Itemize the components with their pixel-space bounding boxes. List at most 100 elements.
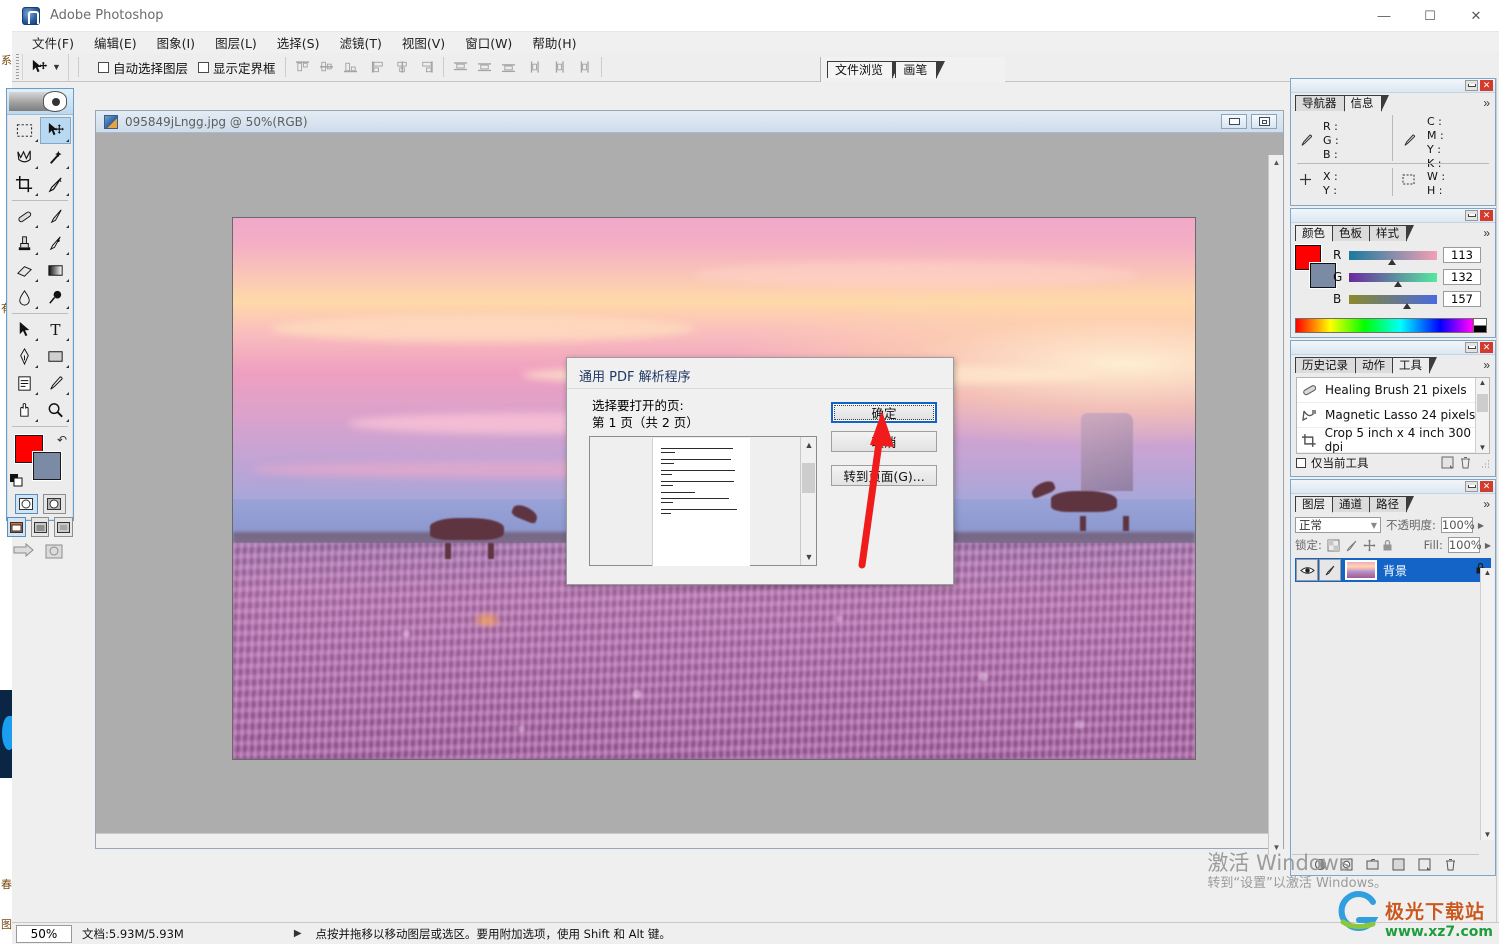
preview-scroll-up-icon[interactable]: ▲ — [801, 437, 817, 453]
layer-visibility-toggle[interactable] — [1296, 559, 1318, 581]
menu-window[interactable]: 窗口(W) — [455, 31, 522, 54]
minimize-palette-icon[interactable] — [1465, 210, 1478, 221]
path-selection-tool[interactable] — [9, 316, 40, 343]
new-adjustment-layer-icon[interactable] — [1392, 858, 1405, 871]
dialog-cancel-button[interactable]: 取消 — [831, 431, 937, 452]
scroll-up-arrow-icon[interactable]: ▲ — [1476, 378, 1489, 387]
scroll-thumb[interactable] — [1477, 394, 1488, 412]
channel-b-thumb[interactable] — [1403, 302, 1411, 309]
layers-palette-titlebar[interactable]: ✕ — [1291, 480, 1495, 494]
standard-mask-mode-button[interactable] — [14, 494, 38, 514]
tab-file-browser[interactable]: 文件浏览 — [827, 61, 902, 79]
close-button[interactable]: ✕ — [1453, 0, 1499, 32]
scroll-up-arrow-icon[interactable]: ▲ — [1481, 568, 1494, 577]
list-item[interactable]: Crop 5 inch x 4 inch 300 dpi — [1297, 426, 1489, 453]
distribute-bottom-icon[interactable] — [501, 60, 516, 74]
tab-color[interactable]: 颜色 — [1295, 225, 1340, 242]
opacity-value[interactable]: 100% — [1440, 517, 1475, 533]
list-item[interactable]: Healing Brush 21 pixels — [1297, 378, 1489, 403]
blur-tool[interactable] — [9, 284, 40, 311]
current-tool-only-checkbox[interactable] — [1296, 457, 1306, 468]
minimize-document-button[interactable] — [1221, 114, 1247, 129]
layer-style-icon[interactable] — [1314, 858, 1327, 871]
menu-select[interactable]: 选择(S) — [267, 31, 330, 54]
resize-grip-icon[interactable] — [1480, 458, 1490, 468]
align-right-edges-icon[interactable] — [419, 60, 434, 74]
tab-info[interactable]: 信息 — [1343, 95, 1389, 112]
distribute-top-icon[interactable] — [453, 60, 468, 74]
slice-tool[interactable] — [40, 171, 71, 198]
canvas-horizontal-scrollbar[interactable] — [96, 833, 1268, 848]
menu-help[interactable]: 帮助(H) — [522, 31, 586, 54]
close-palette-icon[interactable]: ✕ — [1480, 80, 1493, 91]
layer-thumbnail[interactable] — [1345, 560, 1377, 580]
minimize-palette-icon[interactable] — [1465, 80, 1478, 91]
channel-b-value[interactable]: 157 — [1443, 291, 1481, 307]
tool-preset-list[interactable]: Healing Brush 21 pixels Magnetic Lasso 2… — [1296, 377, 1490, 454]
canvas-vertical-scrollbar[interactable]: ▲ ▼ — [1268, 155, 1283, 855]
magic-wand-tool[interactable] — [40, 144, 71, 171]
fill-value[interactable]: 100% — [1447, 537, 1482, 553]
opacity-stepper-icon[interactable]: ▶ — [1478, 521, 1484, 530]
close-palette-icon[interactable]: ✕ — [1480, 342, 1493, 353]
swap-colors-icon[interactable]: ↶ — [57, 433, 67, 447]
new-group-icon[interactable] — [1366, 858, 1379, 871]
menu-edit[interactable]: 编辑(E) — [84, 31, 147, 54]
tab-channels[interactable]: 通道 — [1332, 496, 1377, 513]
notes-tool[interactable] — [9, 370, 40, 397]
menu-filter[interactable]: 滤镜(T) — [329, 31, 391, 54]
close-palette-icon[interactable]: ✕ — [1480, 481, 1493, 492]
pen-tool[interactable] — [9, 343, 40, 370]
palette-menu-icon[interactable]: » — [1483, 497, 1490, 511]
default-colors-icon[interactable] — [10, 474, 23, 487]
options-bar-grip[interactable] — [14, 54, 23, 80]
channel-g-thumb[interactable] — [1394, 280, 1402, 287]
full-screen-menubar-mode-button[interactable] — [30, 517, 50, 537]
eraser-tool[interactable] — [9, 257, 40, 284]
channel-r-slider[interactable] — [1349, 250, 1437, 265]
delete-icon[interactable] — [1459, 456, 1472, 469]
rectangular-marquee-tool[interactable] — [9, 117, 40, 144]
channel-r-thumb[interactable] — [1388, 258, 1396, 265]
delete-layer-icon[interactable] — [1444, 858, 1457, 871]
tab-brushes[interactable]: 画笔 — [895, 61, 946, 79]
color-palette-titlebar[interactable]: ✕ — [1291, 209, 1495, 223]
tool-list-scrollbar[interactable]: ▲ ▼ — [1475, 378, 1489, 453]
zoom-tool[interactable] — [40, 397, 71, 424]
align-left-edges-icon[interactable] — [371, 60, 386, 74]
lasso-tool[interactable] — [9, 144, 40, 171]
align-top-edges-icon[interactable] — [295, 60, 310, 74]
scroll-down-arrow-icon[interactable]: ▼ — [1269, 840, 1284, 855]
distribute-vertical-center-icon[interactable] — [477, 60, 492, 74]
pdf-page-preview[interactable]: ▲ ▼ — [589, 436, 817, 566]
standard-screen-mode-button[interactable] — [7, 517, 26, 537]
scroll-down-arrow-icon[interactable]: ▼ — [1481, 830, 1494, 839]
dialog-ok-button[interactable]: 确定 — [831, 402, 937, 423]
lock-image-icon[interactable] — [1345, 539, 1358, 552]
jump-to-imageready-icon[interactable] — [12, 542, 36, 562]
background-color-swatch[interactable] — [33, 452, 61, 480]
palette-menu-icon[interactable]: » — [1483, 96, 1490, 110]
maximize-button[interactable]: ☐ — [1407, 0, 1453, 32]
layer-link-brush-icon[interactable] — [1319, 559, 1341, 581]
eyedropper-tool[interactable] — [40, 370, 71, 397]
close-palette-icon[interactable]: ✕ — [1480, 210, 1493, 221]
toolbox-header[interactable] — [7, 89, 73, 115]
distribute-right-icon[interactable] — [577, 60, 592, 74]
auto-select-layer-checkbox[interactable]: 自动选择图层 — [98, 58, 188, 77]
preview-scroll-thumb[interactable] — [802, 463, 815, 493]
new-tool-preset-icon[interactable] — [1441, 456, 1454, 469]
menu-image[interactable]: 图象(I) — [147, 31, 205, 54]
menu-view[interactable]: 视图(V) — [392, 31, 455, 54]
palette-menu-icon[interactable]: » — [1483, 358, 1490, 372]
dialog-goto-page-button[interactable]: 转到页面(G)... — [831, 465, 937, 486]
history-brush-tool[interactable] — [40, 230, 71, 257]
move-tool[interactable] — [40, 117, 71, 144]
layers-list-scrollbar[interactable]: ▲ ▼ — [1480, 568, 1494, 840]
tools-palette-titlebar[interactable]: ✕ — [1291, 341, 1495, 355]
zoom-level-field[interactable]: 50% — [16, 924, 72, 943]
minimize-palette-icon[interactable] — [1465, 481, 1478, 492]
scroll-up-arrow-icon[interactable]: ▲ — [1269, 155, 1284, 170]
jump-to-other-icon[interactable] — [44, 542, 68, 562]
menu-file[interactable]: 文件(F) — [22, 31, 84, 54]
